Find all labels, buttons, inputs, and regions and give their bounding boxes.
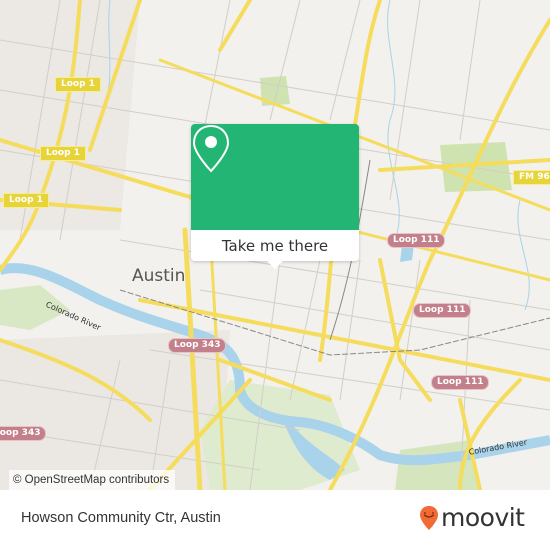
moovit-pin-icon xyxy=(420,506,438,530)
road-shield-loop-343: Loop 343 xyxy=(168,338,227,353)
place-name: Howson Community Ctr, Austin xyxy=(21,510,221,526)
location-popup[interactable]: Take me there xyxy=(191,124,359,269)
road-shield-loop-1: Loop 1 xyxy=(3,193,49,208)
moovit-logo[interactable]: moovit xyxy=(419,504,525,532)
map-pin-icon xyxy=(192,124,230,173)
road-shield-loop-1: Loop 1 xyxy=(40,146,86,161)
city-label: Austin xyxy=(132,266,186,286)
map-view[interactable]: Loop 1 Loop 1 Loop 1 FM 969 Loop 111 Loo… xyxy=(0,0,550,490)
popup-tail xyxy=(267,261,283,269)
take-me-there-button[interactable]: Take me there xyxy=(191,230,359,261)
road-shield-loop-111: Loop 111 xyxy=(387,233,446,248)
road-shield-loop-343: Loop 343 xyxy=(0,426,47,441)
map-attribution[interactable]: © OpenStreetMap contributors xyxy=(9,470,176,490)
road-shield-fm-969: FM 969 xyxy=(513,170,550,185)
footer: Howson Community Ctr, Austin moovit xyxy=(0,490,550,550)
road-shield-loop-1: Loop 1 xyxy=(55,77,101,92)
moovit-wordmark: moovit xyxy=(441,503,525,532)
road-shield-loop-111: Loop 111 xyxy=(413,303,472,318)
road-shield-loop-111: Loop 111 xyxy=(431,375,490,390)
popup-header[interactable] xyxy=(191,124,359,230)
